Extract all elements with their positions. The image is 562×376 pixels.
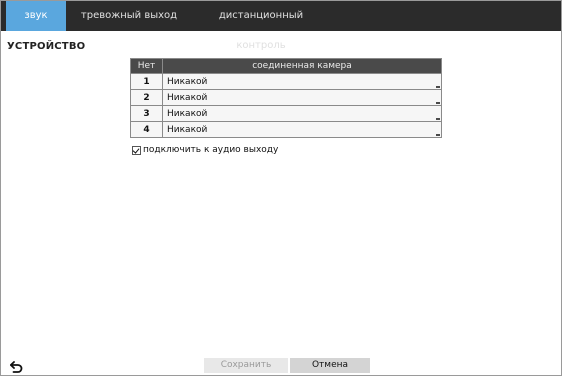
camera-select-value: Никакой xyxy=(167,92,208,103)
tab-alarm-output[interactable]: тревожный выход xyxy=(73,1,185,31)
table-row: 1 Никакой xyxy=(130,73,442,90)
audio-output-option: подключить к аудио выходу xyxy=(132,145,278,155)
tab-sound[interactable]: звук xyxy=(6,1,66,31)
camera-select[interactable]: Никакой xyxy=(162,89,442,106)
dropdown-indicator-icon xyxy=(436,86,440,88)
camera-select-value: Никакой xyxy=(167,108,208,119)
table-row: 3 Никакой xyxy=(130,105,442,122)
row-number: 1 xyxy=(130,73,163,90)
audio-output-label: подключить к аудио выходу xyxy=(143,145,279,155)
camera-table: Нет соединенная камера 1 Никакой 2 Никак… xyxy=(130,58,442,138)
back-arrow-icon[interactable] xyxy=(10,360,24,374)
tab-remote-control[interactable]: дистанционный контроль xyxy=(193,1,329,51)
settings-window: звук тревожный выход дистанционный контр… xyxy=(0,0,562,376)
table-row: 2 Никакой xyxy=(130,89,442,106)
camera-select[interactable]: Никакой xyxy=(162,73,442,90)
section-title: УСТРОЙСТВО xyxy=(7,41,86,52)
tab-bar: звук тревожный выход дистанционный контр… xyxy=(1,1,561,51)
column-header-number: Нет xyxy=(130,58,163,74)
column-header-camera: соединенная камера xyxy=(162,58,442,74)
row-number: 2 xyxy=(130,89,163,106)
dropdown-indicator-icon xyxy=(436,102,440,104)
camera-select[interactable]: Никакой xyxy=(162,105,442,122)
cancel-button[interactable]: Отмена xyxy=(290,358,370,373)
camera-select[interactable]: Никакой xyxy=(162,121,442,138)
camera-select-value: Никакой xyxy=(167,76,208,87)
dropdown-indicator-icon xyxy=(436,134,440,136)
audio-output-checkbox[interactable] xyxy=(132,145,141,155)
row-number: 4 xyxy=(130,121,163,138)
camera-select-value: Никакой xyxy=(167,124,208,135)
row-number: 3 xyxy=(130,105,163,122)
save-button[interactable]: Сохранить xyxy=(204,358,288,373)
dropdown-indicator-icon xyxy=(436,118,440,120)
table-row: 4 Никакой xyxy=(130,121,442,138)
